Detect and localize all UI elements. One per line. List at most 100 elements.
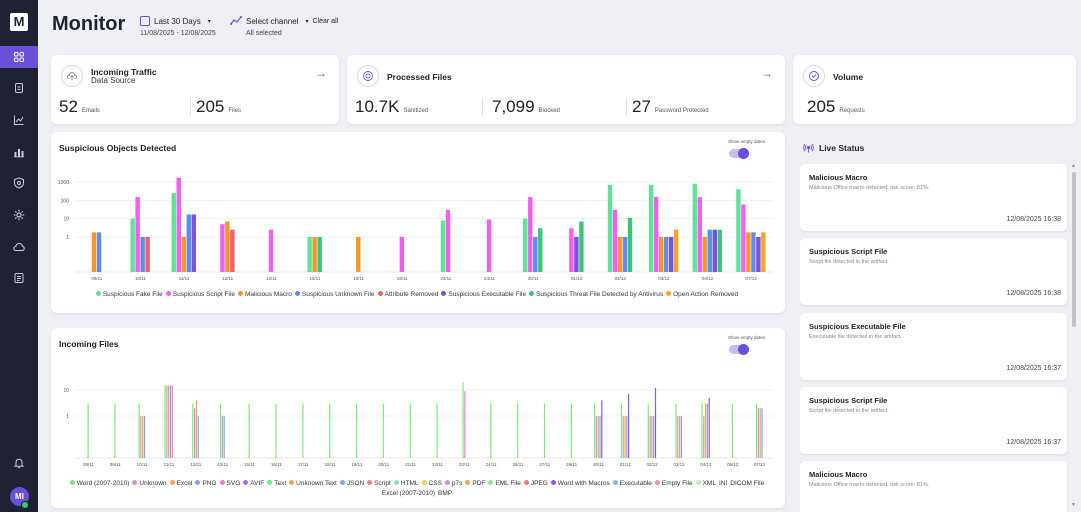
bar[interactable] [145,237,150,272]
bar[interactable] [317,237,322,272]
sidebar-item-documents[interactable] [0,77,38,99]
sidebar-item-security[interactable] [0,172,38,194]
live-status-item[interactable]: Suspicious Executable File Executable fi… [800,313,1067,380]
bar[interactable] [751,232,756,272]
bar[interactable] [197,416,199,458]
bar[interactable] [91,232,97,272]
bar[interactable] [171,193,176,272]
bar[interactable] [445,209,451,272]
bar[interactable] [624,416,626,458]
bar[interactable] [617,237,623,272]
legend-item[interactable]: XML [695,479,716,489]
bar[interactable] [382,403,385,458]
bar[interactable] [675,403,677,458]
bar[interactable] [574,237,579,272]
bar[interactable] [186,214,191,272]
sidebar-item-stats[interactable] [0,141,38,163]
bar[interactable] [225,221,230,272]
bar[interactable] [355,403,358,458]
legend-item[interactable]: Excel [169,479,192,489]
bar[interactable] [329,403,331,458]
bar[interactable] [704,403,707,458]
bar[interactable] [653,197,659,272]
bar[interactable] [649,416,651,458]
bar[interactable] [440,220,446,272]
bar[interactable] [647,403,649,458]
bar[interactable] [654,387,657,458]
bar[interactable] [486,219,492,272]
bar[interactable] [569,228,574,272]
legend-item[interactable]: Suspicious Unknown File [294,290,375,300]
bar[interactable] [622,416,624,458]
channel-selector[interactable]: Select channel ▾ Clear all All selected [230,16,338,37]
legend-item[interactable]: JSON [339,479,364,489]
bar[interactable] [595,416,597,458]
bar[interactable] [138,403,140,458]
legend-item[interactable]: Suspicious Fake File [95,290,163,300]
bar[interactable] [275,403,277,458]
bar[interactable] [679,416,681,458]
legend-item[interactable]: Executable [612,479,652,489]
bar[interactable] [658,237,664,272]
bar[interactable] [268,229,274,272]
legend-item[interactable]: PDF [465,479,485,489]
legend-item[interactable]: Script [367,479,391,489]
bar[interactable] [746,232,751,272]
legend-item[interactable]: Attribute Removed [377,290,438,300]
scrollbar-thumb[interactable] [1072,172,1076,327]
legend-item[interactable]: Unknown Text [289,479,337,489]
legend-item[interactable]: Suspicious Threat File Detected by Antiv… [529,290,663,300]
bar[interactable] [307,237,312,272]
bar[interactable] [312,237,317,272]
bar[interactable] [87,403,89,458]
bar[interactable] [706,403,708,458]
bar[interactable] [464,391,466,458]
bar[interactable] [248,403,250,458]
bar[interactable] [668,237,674,272]
sidebar-item-dashboard[interactable] [0,46,38,68]
sidebar-item-analytics[interactable] [0,109,38,131]
legend-item[interactable]: Word with Macros [550,479,610,489]
bar[interactable] [220,224,225,272]
clear-all-button[interactable]: Clear all [313,18,339,25]
legend-item[interactable]: SVG [219,479,240,489]
legend-item[interactable]: Unknown [132,479,167,489]
bar[interactable] [142,416,144,458]
legend-item[interactable]: EML File [488,479,521,489]
bar[interactable] [741,204,746,272]
bar[interactable] [712,229,717,272]
bar[interactable] [409,403,411,458]
bar[interactable] [140,237,145,272]
live-status-item[interactable]: Malicious Macro Malicious Office macro d… [800,461,1067,512]
legend-item[interactable]: Excel (2007-2010) [382,489,435,499]
bar[interactable] [627,217,633,272]
bar[interactable] [594,403,596,458]
bar[interactable] [135,197,140,272]
bar[interactable] [731,403,734,458]
legend-item[interactable]: DICOM File [730,479,764,489]
bar[interactable] [628,394,630,458]
bar[interactable] [191,214,196,272]
bar[interactable] [653,416,655,458]
bar[interactable] [755,403,758,458]
legend-item[interactable]: AVIF [243,479,264,489]
bar[interactable] [651,416,653,458]
notifications-button[interactable] [0,452,38,474]
bar[interactable] [230,229,235,272]
legend-item[interactable]: Suspicious Executable File [441,290,526,300]
arrow-right-icon[interactable]: → [761,66,773,80]
bar[interactable] [677,416,679,458]
bar[interactable] [523,218,528,272]
bar[interactable] [579,221,584,272]
bar[interactable] [673,229,679,272]
legend-item[interactable]: JPEG [523,479,548,489]
bar[interactable] [663,237,669,272]
bar[interactable] [96,232,102,272]
legend-item[interactable]: Open Action Removed [666,290,738,300]
incoming-traffic-card[interactable]: Incoming Traffic Data Source → 52 Emails … [51,55,339,124]
bar[interactable] [759,408,761,458]
bar[interactable] [756,237,761,272]
date-range-selector[interactable]: Last 30 Days ▾ 11/08/2025 - 12/08/2025 [140,16,216,37]
bar[interactable] [680,416,683,458]
legend-item[interactable]: BMP [438,489,452,499]
